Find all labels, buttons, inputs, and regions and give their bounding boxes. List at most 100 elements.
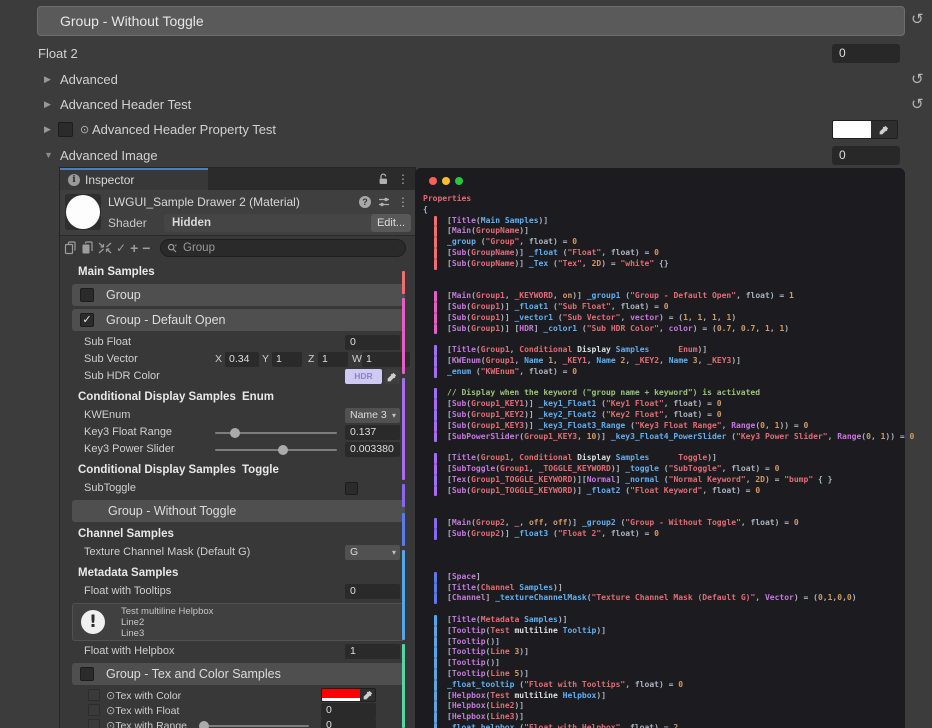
- slider-knob[interactable]: [230, 428, 240, 438]
- property-row: SubToggle: [84, 480, 415, 497]
- section-title: Conditional Display Samples: [78, 464, 236, 476]
- slider-track[interactable]: [215, 432, 337, 434]
- code-line: [423, 496, 901, 507]
- eyedropper-button[interactable]: [871, 121, 897, 138]
- code-block-marker: [434, 712, 437, 723]
- code-block-marker: [434, 313, 437, 324]
- toggle-checkbox[interactable]: [345, 482, 358, 495]
- search-input[interactable]: Group: [160, 239, 406, 257]
- object-circle-icon: ⊙: [80, 123, 89, 136]
- reset-button[interactable]: ↺: [911, 12, 924, 27]
- code-text: _float_tooltip ("Float with Tooltips", f…: [447, 680, 683, 691]
- foldout-arrow-icon[interactable]: ▶: [44, 74, 51, 85]
- presets-icon[interactable]: [378, 196, 390, 208]
- foldout-arrow-icon[interactable]: ▶: [44, 99, 51, 110]
- group-toggle-checkbox[interactable]: [80, 288, 94, 302]
- code-block-marker: [434, 356, 437, 367]
- code-line: [Title(Group1, Conditional Display Sampl…: [423, 345, 901, 356]
- value-field[interactable]: 0.003380: [345, 442, 400, 457]
- hdr-color-swatch[interactable]: HDR: [345, 369, 382, 384]
- code-block-marker: [434, 615, 437, 626]
- group-toggle-checkbox[interactable]: ✓: [80, 313, 94, 327]
- inspector-toolbar: ✓ + − Group: [60, 236, 415, 260]
- code-line: [Main(GroupName)]: [423, 226, 901, 237]
- property-row: ⊙Tex with Color: [88, 688, 415, 703]
- code-line: [Sub(Group1_TOGGLE_KEYWORD)] _float2 ("F…: [423, 486, 901, 497]
- value-field[interactable]: 0: [345, 584, 400, 599]
- value-field[interactable]: 0: [321, 718, 376, 728]
- code-text: [Sub(Group1_KEY1)] _key1_Float1 ("Key1 F…: [447, 399, 722, 410]
- texture-thumbnail[interactable]: [88, 704, 100, 716]
- enum-dropdown[interactable]: Name 3▾: [345, 408, 400, 423]
- helpbox-text: Test multiline HelpboxLine2Line3: [121, 606, 213, 639]
- group-header-bar[interactable]: Group - Tex and Color Samples: [72, 663, 405, 685]
- object-circle-icon: ⊙: [106, 705, 115, 717]
- zoom-dot-icon[interactable]: [455, 177, 463, 185]
- copy-icon[interactable]: [64, 241, 77, 255]
- code-block-marker: [434, 345, 437, 356]
- collapse-icon[interactable]: [98, 242, 112, 254]
- texture-thumbnail[interactable]: [88, 689, 100, 701]
- group-header-bar[interactable]: Group: [72, 284, 405, 306]
- eyedropper-button[interactable]: [384, 369, 400, 384]
- section-title: Metadata Samples: [78, 567, 178, 579]
- shader-edit-button[interactable]: Edit...: [371, 214, 411, 232]
- close-dot-icon[interactable]: [429, 177, 437, 185]
- shader-dropdown[interactable]: Hidden ▼: [164, 214, 394, 232]
- code-line: [KWEnum(Group1, Name 1, _KEY1, Name 2, _…: [423, 356, 901, 367]
- axis-field[interactable]: 1: [272, 352, 302, 367]
- minimize-dot-icon[interactable]: [442, 177, 450, 185]
- code-line: [Tooltip()]: [423, 637, 901, 648]
- inspector-window: i Inspector ⋮ LWGUI_Sample Drawer 2 (Mat…: [60, 168, 415, 728]
- reset-button[interactable]: ↺: [911, 97, 924, 112]
- help-icon[interactable]: ?: [359, 196, 371, 208]
- slider-track[interactable]: [201, 725, 309, 727]
- section-title: Main Samples: [78, 266, 155, 278]
- remove-icon[interactable]: −: [142, 240, 150, 256]
- enum-value: G: [350, 546, 358, 558]
- helpbox: !Test multiline HelpboxLine2Line3: [72, 603, 405, 641]
- value-field[interactable]: 0: [321, 703, 376, 718]
- foldout-arrow-icon[interactable]: ▶: [44, 124, 51, 135]
- material-preview-sphere[interactable]: [65, 194, 101, 230]
- code-line: [Sub(Group1)] [HDR] _color1 ("Sub HDR Co…: [423, 324, 901, 335]
- slider-knob[interactable]: [199, 721, 209, 728]
- enum-dropdown[interactable]: G▾: [345, 545, 400, 560]
- slider-track[interactable]: [215, 449, 337, 451]
- tab-menu-icon[interactable]: ⋮: [397, 172, 409, 186]
- property-label: Sub Vector: [84, 353, 138, 365]
- check-icon[interactable]: ✓: [116, 241, 126, 255]
- property-label: Float 2: [38, 46, 78, 61]
- eyedropper-button[interactable]: [360, 689, 375, 701]
- unlock-icon[interactable]: [378, 173, 389, 185]
- axis-field[interactable]: 1: [318, 352, 348, 367]
- texture-thumbnail[interactable]: [88, 719, 100, 728]
- property-row: Key3 Float Range0.137↺: [84, 424, 415, 441]
- value-field[interactable]: 0: [832, 146, 900, 165]
- value-field[interactable]: 0: [345, 335, 400, 350]
- axis-field[interactable]: 0.34: [225, 352, 259, 367]
- add-icon[interactable]: +: [130, 240, 138, 256]
- material-menu-icon[interactable]: ⋮: [397, 195, 409, 209]
- foldout-open-arrow-icon[interactable]: ▼: [44, 150, 53, 160]
- value-field[interactable]: 0: [832, 44, 900, 63]
- slider-knob[interactable]: [278, 445, 288, 455]
- axis-label: W: [352, 353, 362, 365]
- code-block-marker: [434, 486, 437, 497]
- code-text: {: [423, 205, 428, 216]
- property-label: ⊙Tex with Range: [106, 719, 187, 728]
- color-field[interactable]: [832, 120, 898, 139]
- property-checkbox[interactable]: [58, 122, 73, 137]
- paste-icon[interactable]: [81, 241, 94, 255]
- group-without-toggle-header[interactable]: Group - Without Toggle: [37, 6, 905, 36]
- value-field[interactable]: 0.137: [345, 425, 400, 440]
- group-header-bar[interactable]: ✓Group - Default Open: [72, 309, 405, 331]
- group-subheader-bar[interactable]: Group - Without Toggle: [72, 500, 405, 522]
- reset-button[interactable]: ↺: [911, 72, 924, 87]
- texture-color-field[interactable]: [321, 688, 376, 702]
- tab-inspector[interactable]: i Inspector: [60, 168, 208, 190]
- property-label: Texture Channel Mask (Default G): [84, 546, 250, 558]
- group-toggle-checkbox[interactable]: [80, 667, 94, 681]
- axis-label: X: [215, 353, 222, 365]
- value-field[interactable]: 1: [345, 644, 400, 659]
